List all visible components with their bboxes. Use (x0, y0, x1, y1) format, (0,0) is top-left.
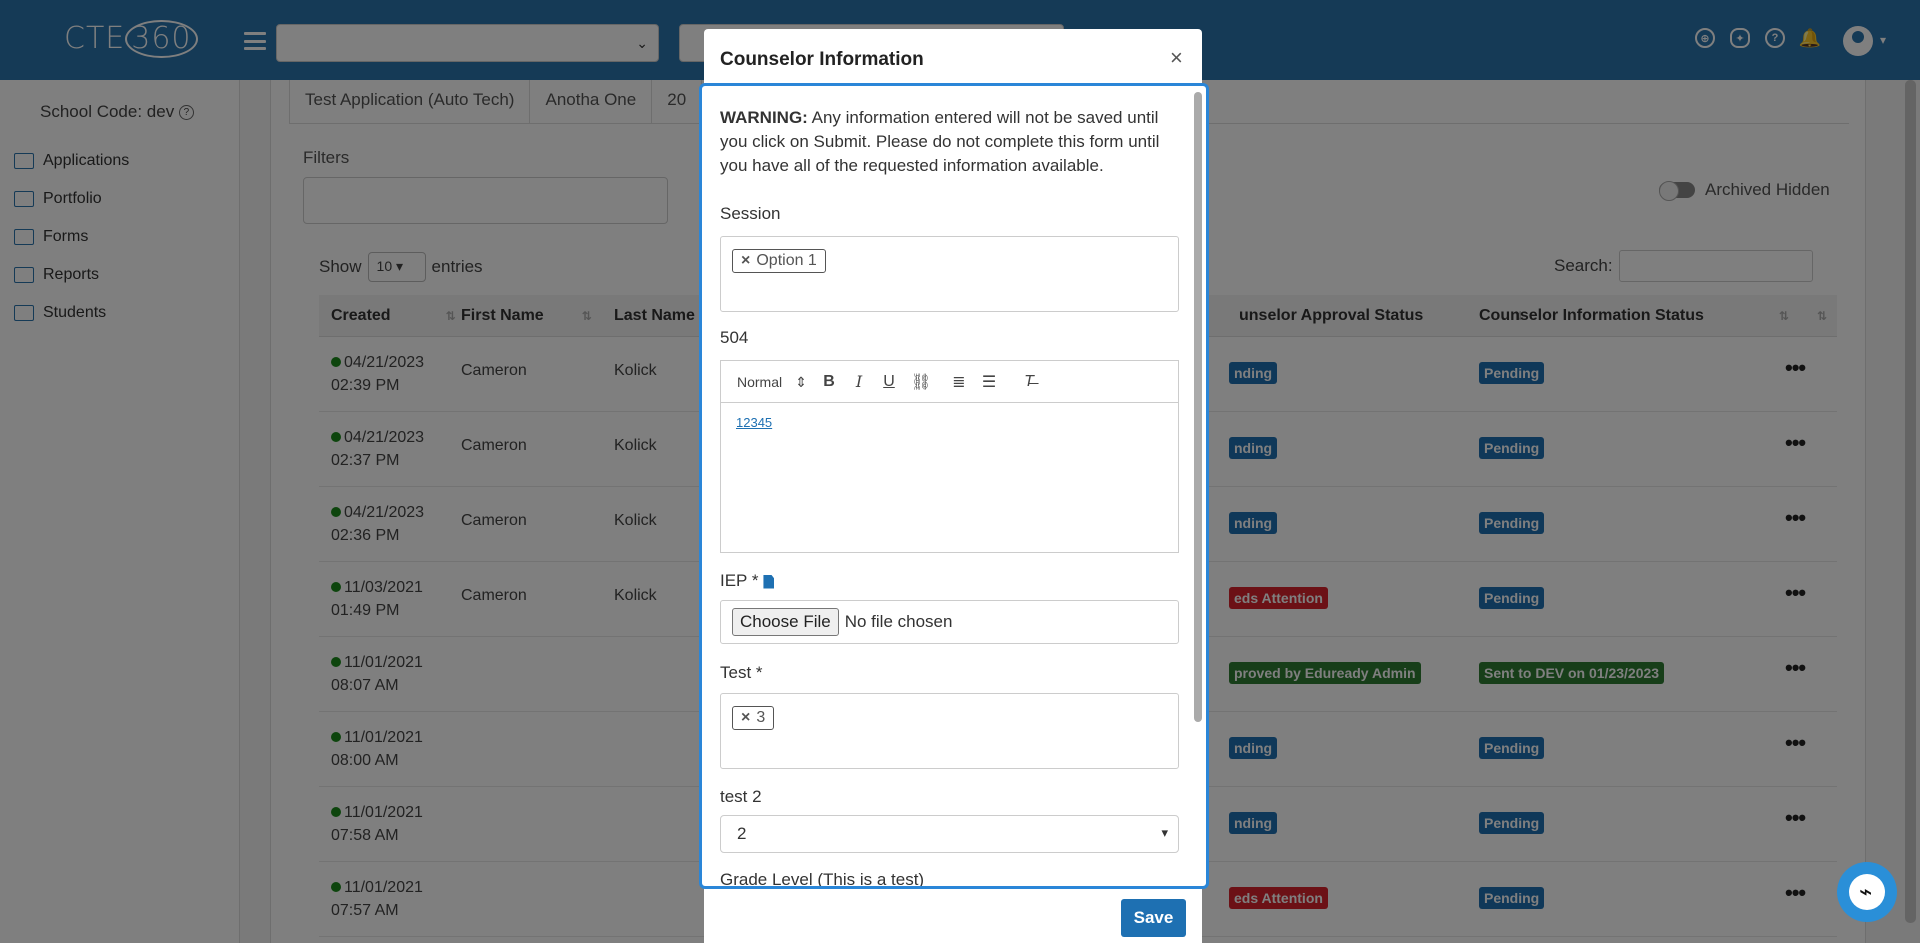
bullet-list-icon[interactable]: ☰ (981, 372, 997, 392)
test-multiselect[interactable]: × 3 (720, 693, 1179, 769)
session-chip: × Option 1 (732, 249, 826, 273)
help-chat-button[interactable]: ⌁ (1837, 862, 1897, 922)
file-status: No file chosen (844, 612, 953, 631)
remove-chip-icon[interactable]: × (741, 709, 750, 726)
ordered-list-icon[interactable]: ≣ (951, 372, 967, 392)
grade-level-label: Grade Level (This is a test) (720, 870, 925, 889)
iep-label: IEP * (720, 571, 775, 591)
session-multiselect[interactable]: × Option 1 (720, 236, 1179, 312)
editor-toolbar: Normal ⇕ B I U ⛓ ≣ ☰ T̶ (721, 361, 1178, 403)
modal-body: WARNING: Any information entered will no… (699, 83, 1209, 889)
link-icon[interactable]: ⛓ (911, 372, 931, 392)
chevron-down-icon: ▾ (1161, 825, 1168, 840)
clear-format-icon[interactable]: T̶ (1021, 373, 1037, 391)
underline-icon[interactable]: U (881, 373, 897, 391)
choose-file-button[interactable]: Choose File (732, 608, 839, 636)
editor-content[interactable]: 12345 (721, 403, 1178, 442)
f504-rich-text-editor: Normal ⇕ B I U ⛓ ≣ ☰ T̶ 12345 (720, 360, 1179, 553)
format-select[interactable]: Normal ⇕ (737, 374, 807, 390)
counselor-information-modal: Counselor Information × WARNING: Any inf… (699, 29, 1209, 943)
test-label: Test * (720, 663, 763, 682)
editor-link[interactable]: 12345 (736, 415, 772, 430)
test2-label: test 2 (720, 787, 762, 806)
save-button[interactable]: Save (1121, 899, 1186, 937)
document-icon[interactable] (763, 574, 775, 589)
warning-text: WARNING: Any information entered will no… (720, 108, 1160, 175)
remove-chip-icon[interactable]: × (741, 252, 750, 269)
test-chip: × 3 (732, 706, 775, 730)
test2-select[interactable]: 2 ▾ (720, 815, 1179, 853)
iep-file-input: Choose File No file chosen (720, 600, 1179, 644)
chat-icon: ⌁ (1859, 879, 1873, 904)
bold-icon[interactable]: B (821, 373, 837, 391)
close-icon[interactable]: × (1170, 45, 1183, 71)
modal-scrollbar[interactable] (1194, 92, 1202, 722)
modal-title: Counselor Information (720, 49, 924, 70)
f504-label: 504 (720, 328, 749, 347)
session-label: Session (720, 204, 781, 223)
italic-icon[interactable]: I (851, 372, 867, 391)
